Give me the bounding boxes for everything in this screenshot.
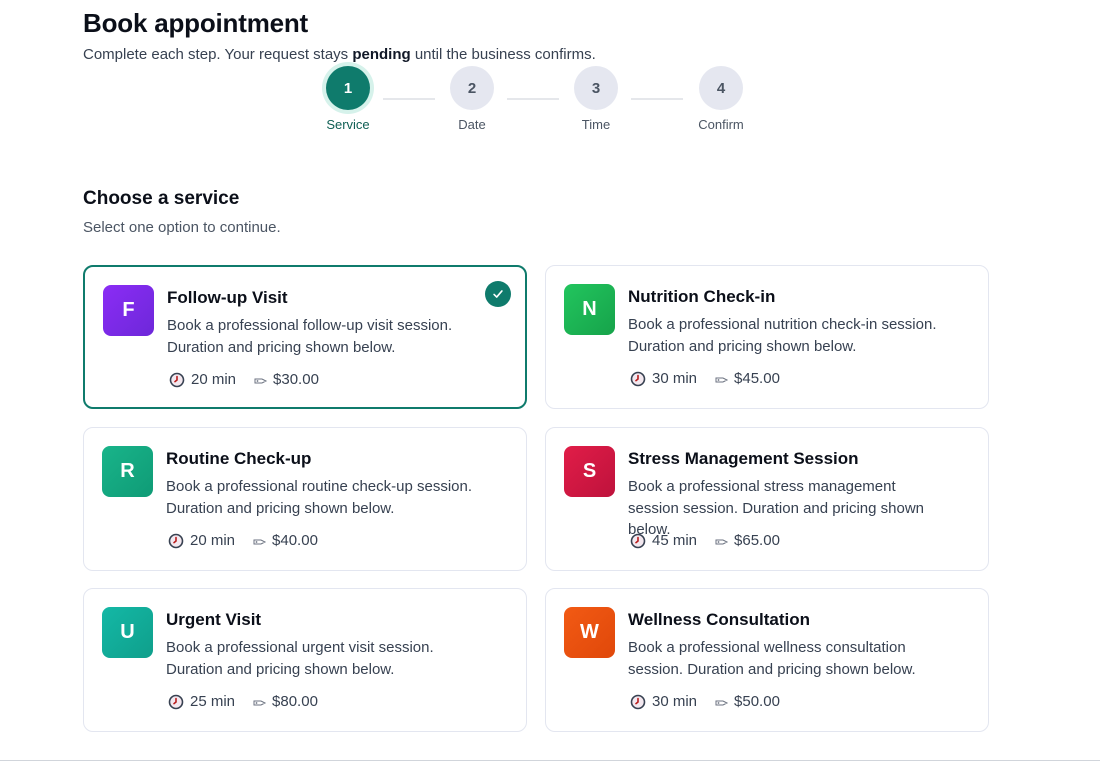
step-number-circle: 3	[574, 66, 618, 110]
clock-icon	[169, 372, 185, 388]
service-initial-badge: W	[564, 607, 615, 658]
step-label: Confirm	[698, 117, 744, 132]
service-duration: 45 min	[652, 532, 698, 549]
tag-icon	[715, 373, 729, 385]
service-duration: 20 min	[191, 371, 237, 388]
service-card-urgent-visit[interactable]: U Urgent Visit Book a professional urgen…	[83, 588, 527, 732]
clock-icon	[168, 694, 184, 710]
divider	[0, 760, 1100, 761]
booking-stepper: 1 Service 2 Date 3 Time 4 Confirm	[318, 66, 758, 136]
service-meta: 25 min $80.00	[168, 693, 318, 710]
clock-icon	[630, 371, 646, 387]
service-name: Wellness Consultation	[628, 610, 810, 629]
service-description: Book a professional follow-up visit sess…	[167, 317, 453, 356]
service-duration: 30 min	[652, 693, 698, 710]
clock-icon	[168, 533, 184, 549]
service-initial-badge: N	[564, 284, 615, 335]
service-meta: 30 min $45.00	[630, 370, 780, 387]
clock-icon	[630, 694, 646, 710]
page-subtitle: Complete each step. Your request stays p…	[83, 46, 596, 63]
service-initial-badge: S	[564, 446, 615, 497]
service-name: Routine Check-up	[166, 449, 312, 468]
service-description: Book a professional routine check-up ses…	[166, 478, 473, 517]
service-card-stress-management-session[interactable]: S Stress Management Session Book a profe…	[545, 427, 989, 571]
service-card-nutrition-check-in[interactable]: N Nutrition Check-in Book a professional…	[545, 265, 989, 409]
tag-icon	[253, 696, 267, 708]
service-description: Book a professional nutrition check-in s…	[628, 316, 937, 355]
service-duration: 30 min	[652, 370, 698, 387]
service-price: $50.00	[734, 693, 780, 710]
service-price: $40.00	[272, 532, 318, 549]
checkmark-icon	[485, 281, 511, 307]
service-card-wellness-consultation[interactable]: W Wellness Consultation Book a professio…	[545, 588, 989, 732]
service-price: $30.00	[273, 371, 319, 388]
service-name: Stress Management Session	[628, 449, 859, 468]
service-price: $45.00	[734, 370, 780, 387]
service-description: Book a professional stress management se…	[628, 478, 924, 538]
service-initial-badge: R	[102, 446, 153, 497]
service-price: $65.00	[734, 532, 780, 549]
service-meta: 20 min $30.00	[169, 371, 319, 388]
step-time[interactable]: 3 Time	[566, 66, 626, 132]
tag-icon	[253, 535, 267, 547]
step-date[interactable]: 2 Date	[442, 66, 502, 132]
subtitle-prefix: Complete each step. Your request stays	[83, 46, 353, 63]
step-service[interactable]: 1 Service	[318, 66, 378, 132]
step-number-circle: 1	[326, 66, 370, 110]
section-title: Choose a service	[83, 188, 240, 209]
clock-icon	[630, 533, 646, 549]
step-label: Date	[458, 117, 486, 132]
service-card-follow-up-visit[interactable]: F Follow-up Visit Book a professional fo…	[83, 265, 527, 409]
step-number-circle: 4	[699, 66, 743, 110]
service-duration: 20 min	[190, 532, 236, 549]
tag-icon	[715, 535, 729, 547]
step-connector	[507, 98, 559, 100]
page-title: Book appointment	[83, 8, 309, 38]
service-name: Follow-up Visit	[167, 288, 288, 307]
service-duration: 25 min	[190, 693, 236, 710]
subtitle-emphasis: pending	[352, 46, 411, 63]
service-card-routine-check-up[interactable]: R Routine Check-up Book a professional r…	[83, 427, 527, 571]
step-number-circle: 2	[450, 66, 494, 110]
step-confirm[interactable]: 4 Confirm	[691, 66, 751, 132]
service-meta: 20 min $40.00	[168, 532, 318, 549]
tag-icon	[715, 696, 729, 708]
service-price: $80.00	[272, 693, 318, 710]
step-connector	[383, 98, 435, 100]
service-name: Urgent Visit	[166, 610, 262, 629]
step-label: Service	[326, 117, 370, 132]
step-connector	[631, 98, 683, 100]
service-description: Book a professional urgent visit session…	[166, 639, 434, 678]
tag-icon	[254, 374, 268, 386]
section-subtitle: Select one option to continue.	[83, 219, 281, 236]
service-description: Book a professional wellness consultatio…	[628, 639, 916, 678]
subtitle-suffix: until the business confirms.	[410, 46, 596, 63]
service-meta: 30 min $50.00	[630, 693, 780, 710]
service-initial-badge: F	[103, 285, 154, 336]
step-label: Time	[581, 117, 611, 132]
service-initial-badge: U	[102, 607, 153, 658]
service-name: Nutrition Check-in	[628, 287, 776, 306]
service-meta: 45 min $65.00	[630, 532, 780, 549]
